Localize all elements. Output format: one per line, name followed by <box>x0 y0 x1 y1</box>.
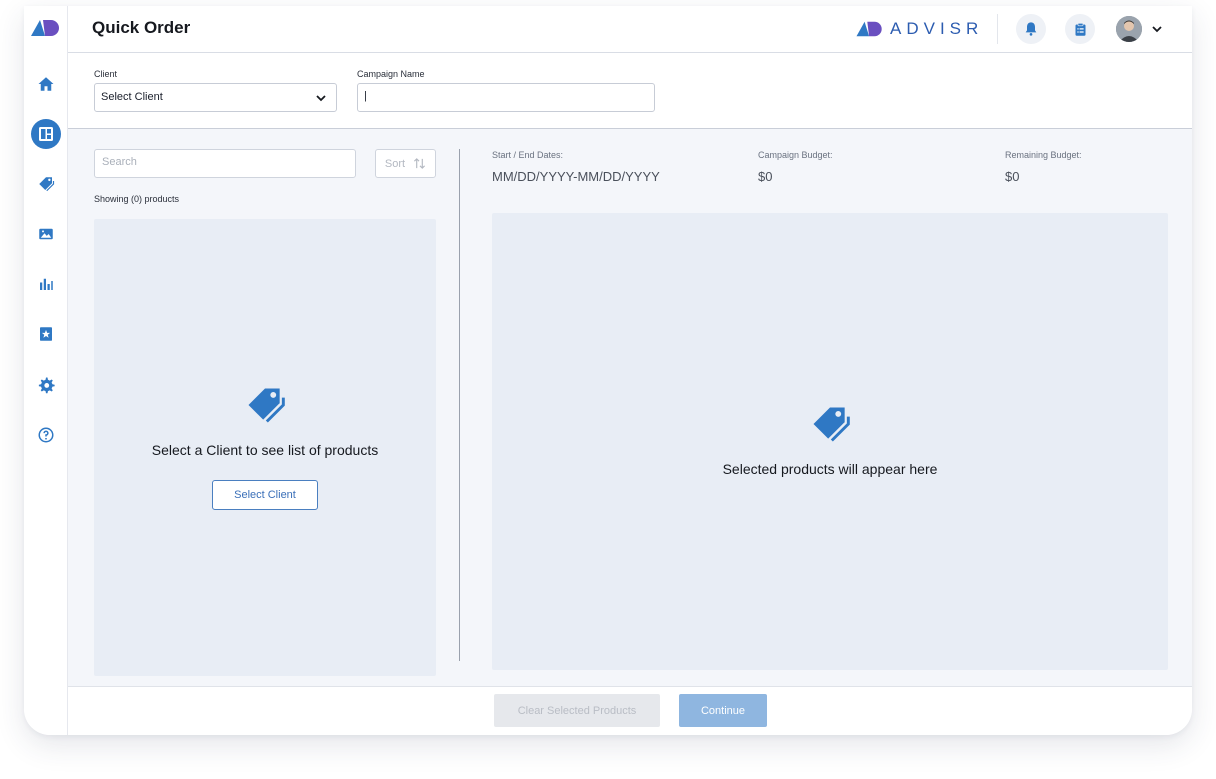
image-icon <box>39 228 53 240</box>
main-content: Search Sort Showing (0) products Select … <box>68 129 1192 686</box>
header-divider <box>997 14 998 44</box>
dates-label: Start / End Dates: <box>492 150 564 160</box>
app-window: Quick Order ADVISR Client Select Client … <box>24 6 1192 735</box>
sort-arrows-icon <box>414 158 426 169</box>
sort-label: Sort <box>384 157 406 170</box>
gear-icon <box>38 377 55 394</box>
advisr-logo-icon[interactable] <box>31 18 61 38</box>
bookmark-star-icon <box>40 327 52 341</box>
order-form: Client Select Client Campaign Name | <box>68 53 1192 129</box>
sidebar <box>24 6 68 735</box>
sidebar-item-reports[interactable] <box>31 269 61 299</box>
sidebar-item-media[interactable] <box>31 219 61 249</box>
orders-button[interactable] <box>1065 14 1095 44</box>
chevron-down-icon[interactable] <box>1150 22 1164 36</box>
remaining-budget-label: Remaining Budget: <box>1005 150 1082 160</box>
top-bar: Quick Order ADVISR <box>68 6 1192 53</box>
selected-products-panel: Selected products will appear here <box>492 213 1168 670</box>
tag-icon <box>248 388 285 423</box>
sort-button[interactable]: Sort <box>375 149 436 178</box>
bar-chart-icon <box>40 278 53 290</box>
clipboard-icon <box>1075 22 1085 36</box>
campaign-name-input[interactable]: | <box>357 83 655 112</box>
sidebar-item-settings[interactable] <box>31 370 61 400</box>
campaign-budget-label: Campaign Budget: <box>758 150 833 160</box>
user-photo-icon <box>1116 16 1142 42</box>
sidebar-item-products[interactable] <box>31 169 61 199</box>
campaign-budget-value: $0 <box>758 169 773 184</box>
bell-icon <box>1025 22 1037 36</box>
brand-logo: ADVISR <box>856 18 983 40</box>
clear-selected-button[interactable]: Clear Selected Products <box>494 694 660 727</box>
notifications-button[interactable] <box>1016 14 1046 44</box>
dates-value: MM/DD/YYYY-MM/DD/YYYY <box>492 169 660 184</box>
product-search-input[interactable]: Search <box>94 149 356 178</box>
product-list-panel: Select a Client to see list of products … <box>94 219 436 676</box>
empty-products-message: Select a Client to see list of products <box>151 442 379 458</box>
footer-actions: Clear Selected Products Continue <box>68 686 1192 735</box>
campaign-name-label: Campaign Name <box>357 69 425 79</box>
dashboard-icon <box>39 127 53 141</box>
chevron-down-icon <box>316 95 326 102</box>
home-icon <box>38 77 54 91</box>
remaining-budget-value: $0 <box>1005 169 1020 184</box>
empty-selected-message: Selected products will appear here <box>722 461 938 477</box>
tag-icon <box>813 407 850 442</box>
sidebar-item-dashboard[interactable] <box>31 119 61 149</box>
client-select[interactable]: Select Client <box>94 83 337 112</box>
sidebar-item-favorites[interactable] <box>31 319 61 349</box>
avatar[interactable] <box>1116 16 1142 42</box>
brand-name: ADVISR <box>890 19 984 38</box>
client-label: Client <box>94 69 118 79</box>
advisr-mark-icon <box>856 21 882 37</box>
sidebar-item-help[interactable] <box>31 420 61 450</box>
tag-icon <box>39 177 55 192</box>
help-icon <box>38 427 54 443</box>
product-count: Showing (0) products <box>94 194 180 204</box>
panel-divider <box>459 149 460 661</box>
client-select-value: Select Client <box>101 91 163 103</box>
select-client-button[interactable]: Select Client <box>212 480 318 510</box>
page-title: Quick Order <box>92 18 191 37</box>
continue-button[interactable]: Continue <box>679 694 767 727</box>
sidebar-item-home[interactable] <box>31 69 61 99</box>
